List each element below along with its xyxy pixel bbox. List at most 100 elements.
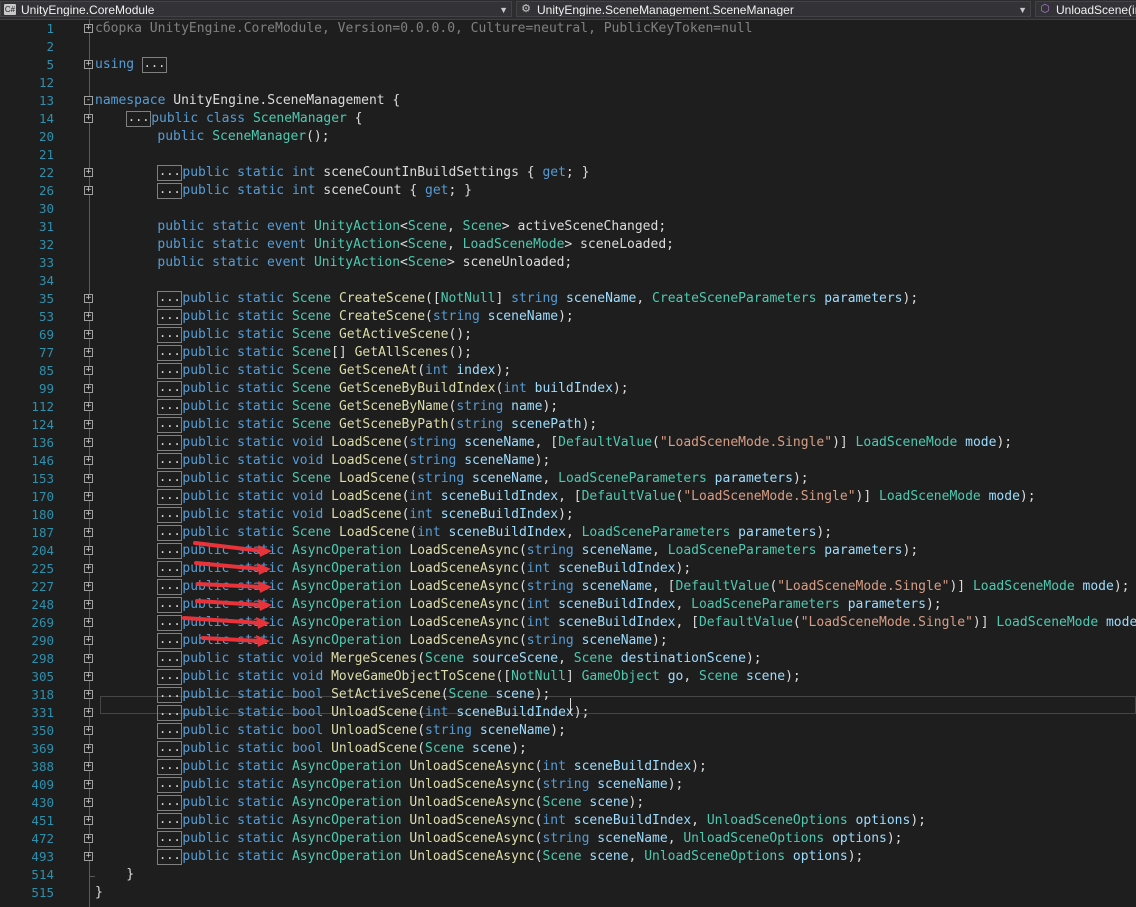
expand-outline-icon[interactable]: + — [84, 816, 93, 825]
collapsed-region-button[interactable]: ... — [157, 705, 183, 721]
expand-outline-icon[interactable]: + — [84, 366, 93, 375]
collapsed-region-button[interactable]: ... — [157, 471, 183, 487]
member-dropdown[interactable]: ⬡ UnloadScene(in — [1035, 1, 1136, 17]
collapsed-region-button[interactable]: ... — [157, 453, 183, 469]
expand-outline-icon[interactable]: + — [84, 546, 93, 555]
code-line-204[interactable]: 204 +... public static AsyncOperation Load… — [0, 542, 1136, 560]
code-line-248[interactable]: 248 +... public static AsyncOperation Load… — [0, 596, 1136, 614]
expand-outline-icon[interactable]: + — [84, 438, 93, 447]
expand-outline-icon[interactable]: + — [84, 510, 93, 519]
collapsed-region-button[interactable]: ... — [157, 687, 183, 703]
collapsed-region-button[interactable]: ... — [157, 813, 183, 829]
expand-outline-icon[interactable]: + — [84, 762, 93, 771]
collapsed-region-button[interactable]: ... — [157, 669, 183, 685]
expand-outline-icon[interactable]: + — [84, 456, 93, 465]
code-line-22[interactable]: 22 +... public static int sceneCountInBuil… — [0, 164, 1136, 182]
code-line-430[interactable]: 430 +... public static AsyncOperation Unlo… — [0, 794, 1136, 812]
code-line-33[interactable]: 33 public static event UnityAction<Scene>… — [0, 254, 1136, 272]
expand-outline-icon[interactable]: + — [84, 672, 93, 681]
code-line-2[interactable]: 2 — [0, 38, 1136, 56]
collapsed-region-button[interactable]: ... — [157, 849, 183, 865]
code-line-180[interactable]: 180 + ... public static void LoadScene(int … — [0, 506, 1136, 524]
collapsed-region-button[interactable]: ... — [157, 363, 183, 379]
code-line-318[interactable]: 318 +... public static bool SetActiveScene… — [0, 686, 1136, 704]
expand-outline-icon[interactable]: + — [84, 618, 93, 627]
expand-outline-icon[interactable]: + — [84, 384, 93, 393]
assembly-dropdown[interactable]: C# UnityEngine.CoreModule ▼ — [0, 1, 512, 17]
expand-outline-icon[interactable]: + — [84, 330, 93, 339]
code-line-515[interactable]: 515} — [0, 884, 1136, 902]
code-line-13[interactable]: 13 - namespace UnityEngine.SceneManagement… — [0, 92, 1136, 110]
code-line-350[interactable]: 350 +... public static bool UnloadScene(st… — [0, 722, 1136, 740]
expand-outline-icon[interactable]: + — [84, 582, 93, 591]
code-line-85[interactable]: 85 +... public static Scene GetSceneAt(int… — [0, 362, 1136, 380]
expand-outline-icon[interactable]: + — [84, 348, 93, 357]
code-line-305[interactable]: 305 +... public static void MoveGameObject… — [0, 668, 1136, 686]
collapsed-region-button[interactable]: ... — [157, 615, 183, 631]
expand-outline-icon[interactable]: + — [84, 24, 93, 33]
code-line-112[interactable]: 112 +... public static Scene GetSceneByNam… — [0, 398, 1136, 416]
collapsed-region-button[interactable]: ... — [157, 525, 183, 541]
collapsed-region-button[interactable]: ... — [157, 597, 183, 613]
code-line-187[interactable]: 187 + ... public static Scene LoadScene(int… — [0, 524, 1136, 542]
code-line-388[interactable]: 388 +... public static AsyncOperation Unlo… — [0, 758, 1136, 776]
collapsed-region-button[interactable]: ... — [157, 741, 183, 757]
collapsed-region-button[interactable]: ... — [157, 165, 183, 181]
code-line-146[interactable]: 146 + ... public static void LoadScene(stri… — [0, 452, 1136, 470]
collapsed-region-button[interactable]: ... — [157, 723, 183, 739]
expand-outline-icon[interactable]: + — [84, 312, 93, 321]
expand-outline-icon[interactable]: + — [84, 420, 93, 429]
code-line-269[interactable]: 269 +... public static AsyncOperation Load… — [0, 614, 1136, 632]
expand-outline-icon[interactable]: + — [84, 636, 93, 645]
collapsed-region-button[interactable]: ... — [157, 795, 183, 811]
collapsed-region-button[interactable]: ... — [126, 111, 152, 127]
expand-outline-icon[interactable]: + — [84, 708, 93, 717]
code-line-493[interactable]: 493 +... public static AsyncOperation Unlo… — [0, 848, 1136, 866]
code-line-30[interactable]: 30 — [0, 200, 1136, 218]
code-line-5[interactable]: 5 + using ... — [0, 56, 1136, 74]
expand-outline-icon[interactable]: + — [84, 654, 93, 663]
collapsed-region-button[interactable]: ... — [157, 309, 183, 325]
code-line-77[interactable]: 77 +... public static Scene[] GetAllScenes… — [0, 344, 1136, 362]
collapsed-region-button[interactable]: ... — [157, 507, 183, 523]
code-line-290[interactable]: 290 +... public static AsyncOperation Load… — [0, 632, 1136, 650]
code-line-26[interactable]: 26 +... public static int sceneCount { get… — [0, 182, 1136, 200]
expand-outline-icon[interactable]: + — [84, 600, 93, 609]
code-line-153[interactable]: 153 + ... public static Scene LoadScene(str… — [0, 470, 1136, 488]
expand-outline-icon[interactable]: + — [84, 744, 93, 753]
code-line-124[interactable]: 124 +... public static Scene GetSceneByPat… — [0, 416, 1136, 434]
expand-outline-icon[interactable]: + — [84, 564, 93, 573]
code-line-369[interactable]: 369 +... public static bool UnloadScene(Sc… — [0, 740, 1136, 758]
expand-outline-icon[interactable]: + — [84, 834, 93, 843]
expand-outline-icon[interactable]: + — [84, 402, 93, 411]
collapsed-region-button[interactable]: ... — [157, 417, 183, 433]
code-line-31[interactable]: 31 public static event UnityAction<Scene,… — [0, 218, 1136, 236]
expand-outline-icon[interactable]: + — [84, 492, 93, 501]
collapse-outline-icon[interactable]: - — [84, 96, 93, 105]
code-line-409[interactable]: 409 +... public static AsyncOperation Unlo… — [0, 776, 1136, 794]
code-line-514[interactable]: 514} — [0, 866, 1136, 884]
collapsed-region-button[interactable]: ... — [157, 651, 183, 667]
expand-outline-icon[interactable]: + — [84, 852, 93, 861]
code-line-472[interactable]: 472 +... public static AsyncOperation Unlo… — [0, 830, 1136, 848]
collapsed-region-button[interactable]: ... — [157, 327, 183, 343]
code-line-53[interactable]: 53 +... public static Scene CreateScene(st… — [0, 308, 1136, 326]
expand-outline-icon[interactable]: + — [84, 798, 93, 807]
expand-outline-icon[interactable]: + — [84, 294, 93, 303]
expand-outline-icon[interactable]: + — [84, 168, 93, 177]
code-line-20[interactable]: 20 public SceneManager(); — [0, 128, 1136, 146]
code-line-298[interactable]: 298 +... public static void MergeScenes(Sc… — [0, 650, 1136, 668]
collapsed-region-button[interactable]: ... — [157, 291, 183, 307]
code-line-1[interactable]: 1 + сборка UnityEngine.CoreModule, Version… — [0, 20, 1136, 38]
expand-outline-icon[interactable]: + — [84, 474, 93, 483]
collapsed-region-button[interactable]: ... — [141, 57, 167, 73]
collapsed-region-button[interactable]: ... — [157, 381, 183, 397]
expand-outline-icon[interactable]: + — [84, 114, 93, 123]
code-line-99[interactable]: 99 +... public static Scene GetSceneByBuil… — [0, 380, 1136, 398]
code-line-451[interactable]: 451 +... public static AsyncOperation Unlo… — [0, 812, 1136, 830]
code-editor[interactable]: 1 + сборка UnityEngine.CoreModule, Version… — [0, 19, 1136, 907]
collapsed-region-button[interactable]: ... — [157, 183, 183, 199]
code-line-14[interactable]: 14 +... public class SceneManager { — [0, 110, 1136, 128]
code-line-227[interactable]: 227 +... public static AsyncOperation Load… — [0, 578, 1136, 596]
code-line-35[interactable]: 35 +... public static Scene CreateScene([N… — [0, 290, 1136, 308]
